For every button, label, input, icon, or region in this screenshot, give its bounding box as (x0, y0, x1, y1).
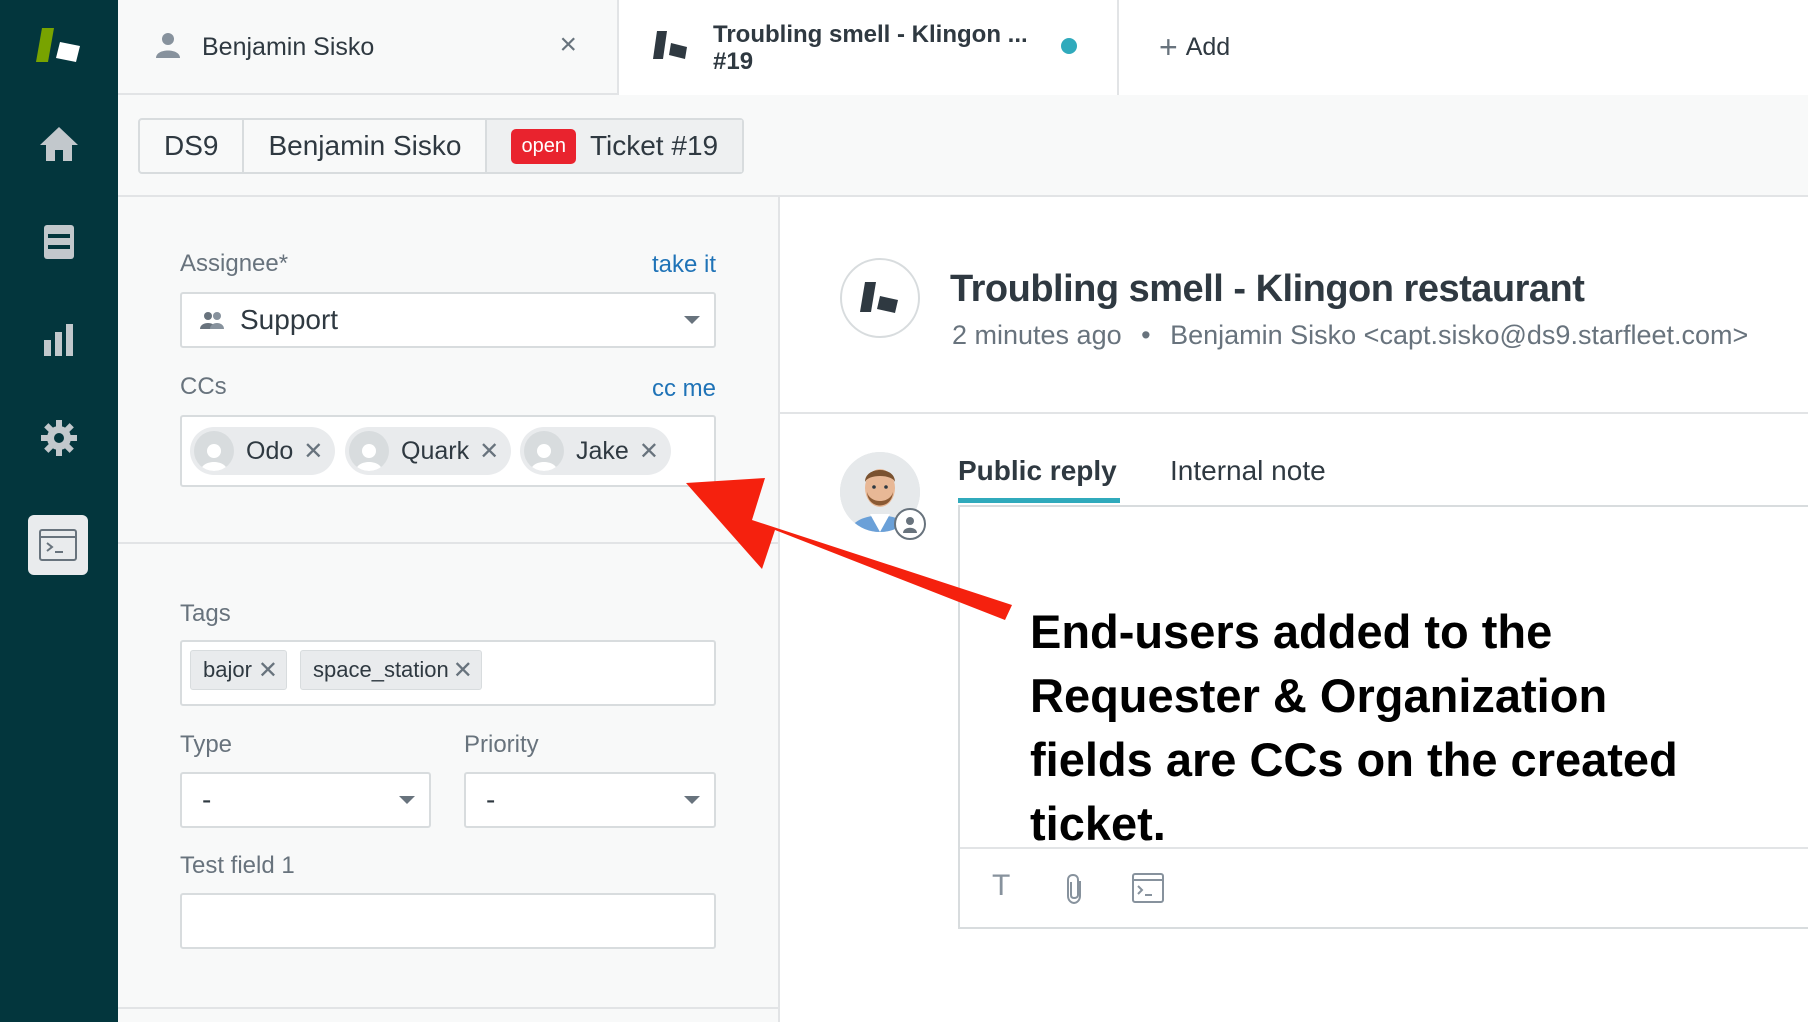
tags-field[interactable]: bajor ✕ space_station ✕ (180, 640, 716, 706)
breadcrumb-ticket-label: Ticket #19 (589, 130, 719, 161)
group-icon (200, 311, 224, 334)
tab-public-reply[interactable]: Public reply (958, 455, 1117, 487)
priority-select[interactable]: - (464, 772, 716, 828)
apps-console-icon[interactable] (28, 515, 88, 575)
type-value: - (202, 784, 212, 815)
annotation-text: End-users added to the Requester & Organ… (1030, 600, 1790, 856)
ticket-title: Troubling smell - Klingon restaurant (950, 268, 1585, 310)
remove-cc-icon[interactable]: ✕ (479, 437, 499, 466)
meta-separator: • (1141, 320, 1151, 350)
remove-tag-icon[interactable]: ✕ (453, 656, 473, 685)
agent-badge-icon (894, 508, 926, 540)
breadcrumb-user[interactable]: Benjamin Sisko (244, 120, 488, 172)
assignee-value: Support (240, 304, 339, 335)
ticket-properties-panel: Assignee* take it Support CCs cc me Odo … (118, 197, 780, 1022)
test-field-input[interactable] (180, 893, 716, 949)
breadcrumb-row: DS9 Benjamin Sisko open Ticket #19 (118, 95, 1808, 197)
remove-cc-icon[interactable]: ✕ (639, 437, 659, 466)
type-label: Type (180, 731, 233, 758)
breadcrumb-ticket[interactable]: open Ticket #19 (487, 120, 743, 172)
zendesk-logo-icon[interactable] (0, 6, 118, 86)
status-badge: open (511, 128, 576, 164)
active-tab-indicator (958, 498, 1120, 503)
cc-name: Jake (576, 436, 629, 465)
section-divider (118, 1007, 780, 1009)
breadcrumb-org[interactable]: DS9 (140, 120, 245, 172)
reporting-icon[interactable] (0, 300, 118, 380)
assignee-select[interactable]: Support (180, 292, 716, 348)
tag-label: bajor (203, 657, 252, 682)
type-select[interactable]: - (180, 772, 431, 828)
add-tab-label: Add (1185, 33, 1231, 61)
views-icon[interactable] (0, 202, 118, 282)
chevron-down-icon (399, 796, 415, 804)
close-icon[interactable]: × (559, 30, 577, 60)
annotation-line: Requester & Organization (1030, 669, 1608, 722)
section-divider (118, 542, 780, 544)
priority-value: - (486, 784, 496, 815)
ticket-logo-icon (840, 258, 920, 338)
tab-ticket-number: #19 (713, 47, 754, 75)
admin-gear-icon[interactable] (0, 398, 118, 478)
priority-label: Priority (464, 731, 539, 758)
avatar (194, 431, 234, 471)
tag-pill[interactable]: space_station ✕ (300, 650, 482, 690)
ccs-field[interactable]: Odo ✕ Quark ✕ Jake ✕ (180, 415, 716, 487)
assignee-label: Assignee* (180, 250, 289, 277)
chevron-down-icon (684, 316, 700, 324)
test-field-label: Test field 1 (180, 852, 295, 879)
unsaved-indicator (1061, 38, 1077, 54)
tab-bar: Benjamin Sisko × Troubling smell - Kling… (118, 0, 1808, 97)
text-format-icon[interactable]: T (992, 869, 1010, 903)
annotation-line: ticket. (1030, 797, 1166, 850)
cc-pill[interactable]: Quark ✕ (345, 427, 512, 475)
tab-ticket-title: Troubling smell - Klingon ... (713, 21, 1028, 49)
attachment-icon[interactable] (1064, 873, 1086, 913)
tab-user-label: Benjamin Sisko (202, 33, 375, 61)
home-icon[interactable] (0, 104, 118, 184)
ticket-time: 2 minutes ago (952, 320, 1122, 350)
header-divider (780, 412, 1808, 414)
tag-pill[interactable]: bajor ✕ (190, 650, 288, 690)
tab-internal-note[interactable]: Internal note (1170, 455, 1326, 487)
add-tab-button[interactable]: + Add (1119, 0, 1808, 95)
tab-user[interactable]: Benjamin Sisko × (118, 0, 619, 95)
ticket-meta: 2 minutes ago • Benjamin Sisko <capt.sis… (952, 320, 1748, 351)
tags-label: Tags (180, 600, 231, 627)
ticket-requester[interactable]: Benjamin Sisko <capt.sisko@ds9.starfleet… (1170, 320, 1748, 350)
remove-cc-icon[interactable]: ✕ (303, 437, 323, 466)
user-icon (156, 32, 180, 63)
avatar (349, 431, 389, 471)
breadcrumb: DS9 Benjamin Sisko open Ticket #19 (138, 118, 745, 174)
cc-name: Odo (246, 436, 294, 465)
plus-icon: + (1159, 29, 1178, 65)
left-navigation (0, 0, 118, 1022)
remove-tag-icon[interactable]: ✕ (258, 656, 278, 685)
macro-console-icon[interactable] (1132, 873, 1164, 911)
annotation-line: fields are CCs on the created (1030, 733, 1678, 786)
cc-pill[interactable]: Jake ✕ (520, 427, 671, 475)
cc-me-link[interactable]: cc me (652, 375, 716, 403)
annotation-line: End-users added to the (1030, 605, 1553, 658)
take-it-link[interactable]: take it (652, 251, 716, 279)
cc-pill[interactable]: Odo ✕ (190, 427, 336, 475)
chevron-down-icon (684, 796, 700, 804)
ccs-label: CCs (180, 373, 227, 400)
tag-label: space_station (313, 657, 449, 682)
ticket-logo-icon (651, 29, 691, 68)
tab-ticket[interactable]: Troubling smell - Klingon ... #19 (619, 0, 1119, 97)
avatar (524, 431, 564, 471)
cc-name: Quark (401, 436, 470, 465)
